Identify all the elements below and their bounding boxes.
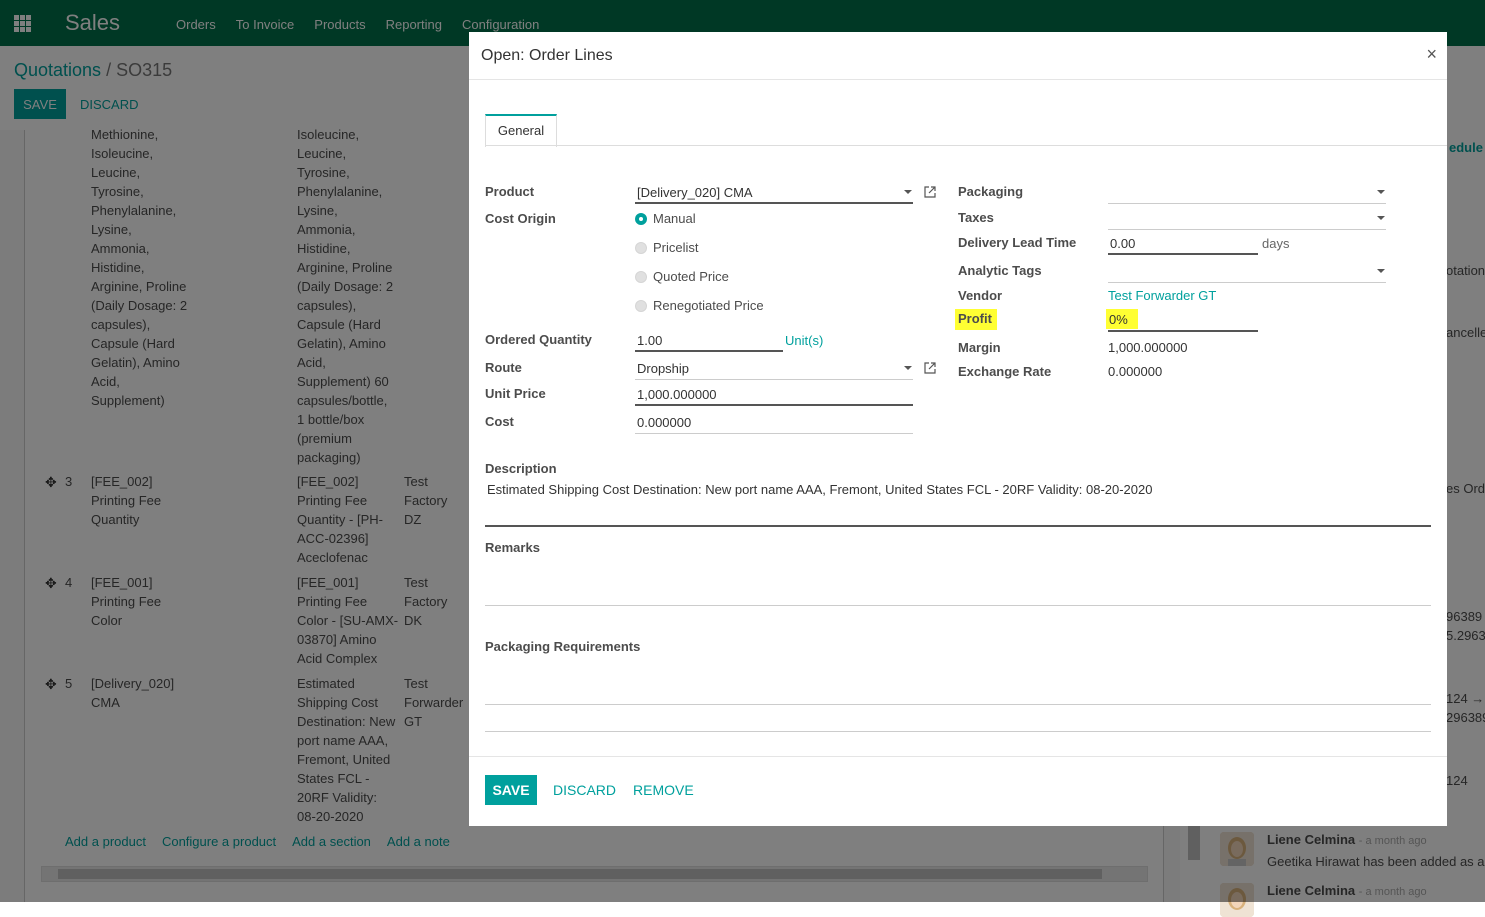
vendor-label: Vendor: [958, 288, 1003, 303]
radio-renegotiated-price[interactable]: [635, 300, 647, 312]
analytic-tags-field[interactable]: [1108, 260, 1386, 283]
profit-value: 0%: [1106, 309, 1138, 329]
order-line-dialog: Open: Order Lines × General Product [Del…: [469, 32, 1447, 826]
lead-time-value: 0.00: [1110, 236, 1136, 251]
taxes-field[interactable]: [1108, 207, 1386, 230]
remarks-underline: [485, 605, 1431, 606]
radio-quoted-price-label[interactable]: Quoted Price: [653, 269, 729, 284]
close-icon[interactable]: ×: [1426, 44, 1437, 65]
radio-manual[interactable]: [635, 213, 647, 225]
radio-pricelist[interactable]: [635, 242, 647, 254]
unit-price-label: Unit Price: [485, 386, 546, 401]
analytic-tags-label: Analytic Tags: [958, 263, 1042, 278]
cost-input[interactable]: 0.000000: [635, 411, 913, 434]
dialog-remove-button[interactable]: REMOVE: [633, 782, 694, 798]
radio-pricelist-label[interactable]: Pricelist: [653, 240, 699, 255]
tab-general[interactable]: General: [485, 114, 557, 147]
ordered-qty-input[interactable]: 1.00: [635, 329, 783, 352]
unit-price-value: 1,000.000000: [637, 387, 717, 402]
product-value: [Delivery_020] CMA: [637, 185, 753, 200]
margin-label: Margin: [958, 340, 1001, 355]
description-label: Description: [485, 461, 557, 476]
chevron-down-icon[interactable]: [904, 366, 912, 370]
ordered-qty-label: Ordered Quantity: [485, 332, 592, 347]
chevron-down-icon[interactable]: [1377, 216, 1385, 220]
external-link-icon[interactable]: [924, 186, 936, 198]
remarks-label: Remarks: [485, 540, 540, 555]
profit-input[interactable]: 0%: [1106, 309, 1258, 332]
ordered-qty-value: 1.00: [637, 333, 663, 348]
chevron-down-icon[interactable]: [1377, 269, 1385, 273]
exchange-rate-value: 0.000000: [1108, 364, 1163, 379]
exchange-rate-label: Exchange Rate: [958, 364, 1052, 379]
dialog-title: Open: Order Lines: [481, 47, 613, 64]
dialog-footer: SAVE DISCARD REMOVE: [469, 756, 1447, 827]
radio-manual-label[interactable]: Manual: [653, 211, 696, 226]
chevron-down-icon[interactable]: [1377, 190, 1385, 194]
packaging-field[interactable]: [1108, 181, 1386, 204]
product-label: Product: [485, 184, 535, 199]
dialog-header: Open: Order Lines ×: [469, 32, 1447, 80]
cost-origin-label: Cost Origin: [485, 211, 556, 226]
route-label: Route: [485, 360, 522, 375]
lead-time-unit: days: [1262, 236, 1290, 251]
dialog-save-button[interactable]: SAVE: [485, 775, 537, 805]
product-field[interactable]: [Delivery_020] CMA: [635, 181, 913, 204]
radio-renegotiated-price-label[interactable]: Renegotiated Price: [653, 298, 764, 313]
packaging-requirements-underline: [485, 704, 1431, 705]
section-divider: [485, 731, 1431, 732]
dialog-discard-button[interactable]: DISCARD: [553, 782, 616, 798]
description-underline: [485, 525, 1431, 527]
tab-divider: [485, 145, 1447, 146]
route-field[interactable]: Dropship: [635, 357, 913, 380]
uom-link[interactable]: Unit(s): [785, 333, 823, 348]
description-text[interactable]: Estimated Shipping Cost Destination: New…: [487, 482, 1152, 497]
lead-time-label: Delivery Lead Time: [958, 235, 1077, 250]
chevron-down-icon[interactable]: [904, 190, 912, 194]
cost-value: 0.000000: [637, 415, 692, 430]
packaging-label: Packaging: [958, 184, 1024, 199]
lead-time-input[interactable]: 0.00: [1108, 232, 1258, 255]
packaging-requirements-label: Packaging Requirements: [485, 639, 641, 654]
taxes-label: Taxes: [958, 210, 994, 225]
route-value: Dropship: [637, 361, 690, 376]
cost-label: Cost: [485, 414, 514, 429]
radio-quoted-price[interactable]: [635, 271, 647, 283]
unit-price-input[interactable]: 1,000.000000: [635, 383, 913, 406]
profit-label: Profit: [955, 309, 997, 330]
external-link-icon[interactable]: [924, 362, 936, 374]
vendor-link[interactable]: Test Forwarder GT: [1108, 288, 1216, 303]
margin-value: 1,000.000000: [1108, 340, 1188, 355]
